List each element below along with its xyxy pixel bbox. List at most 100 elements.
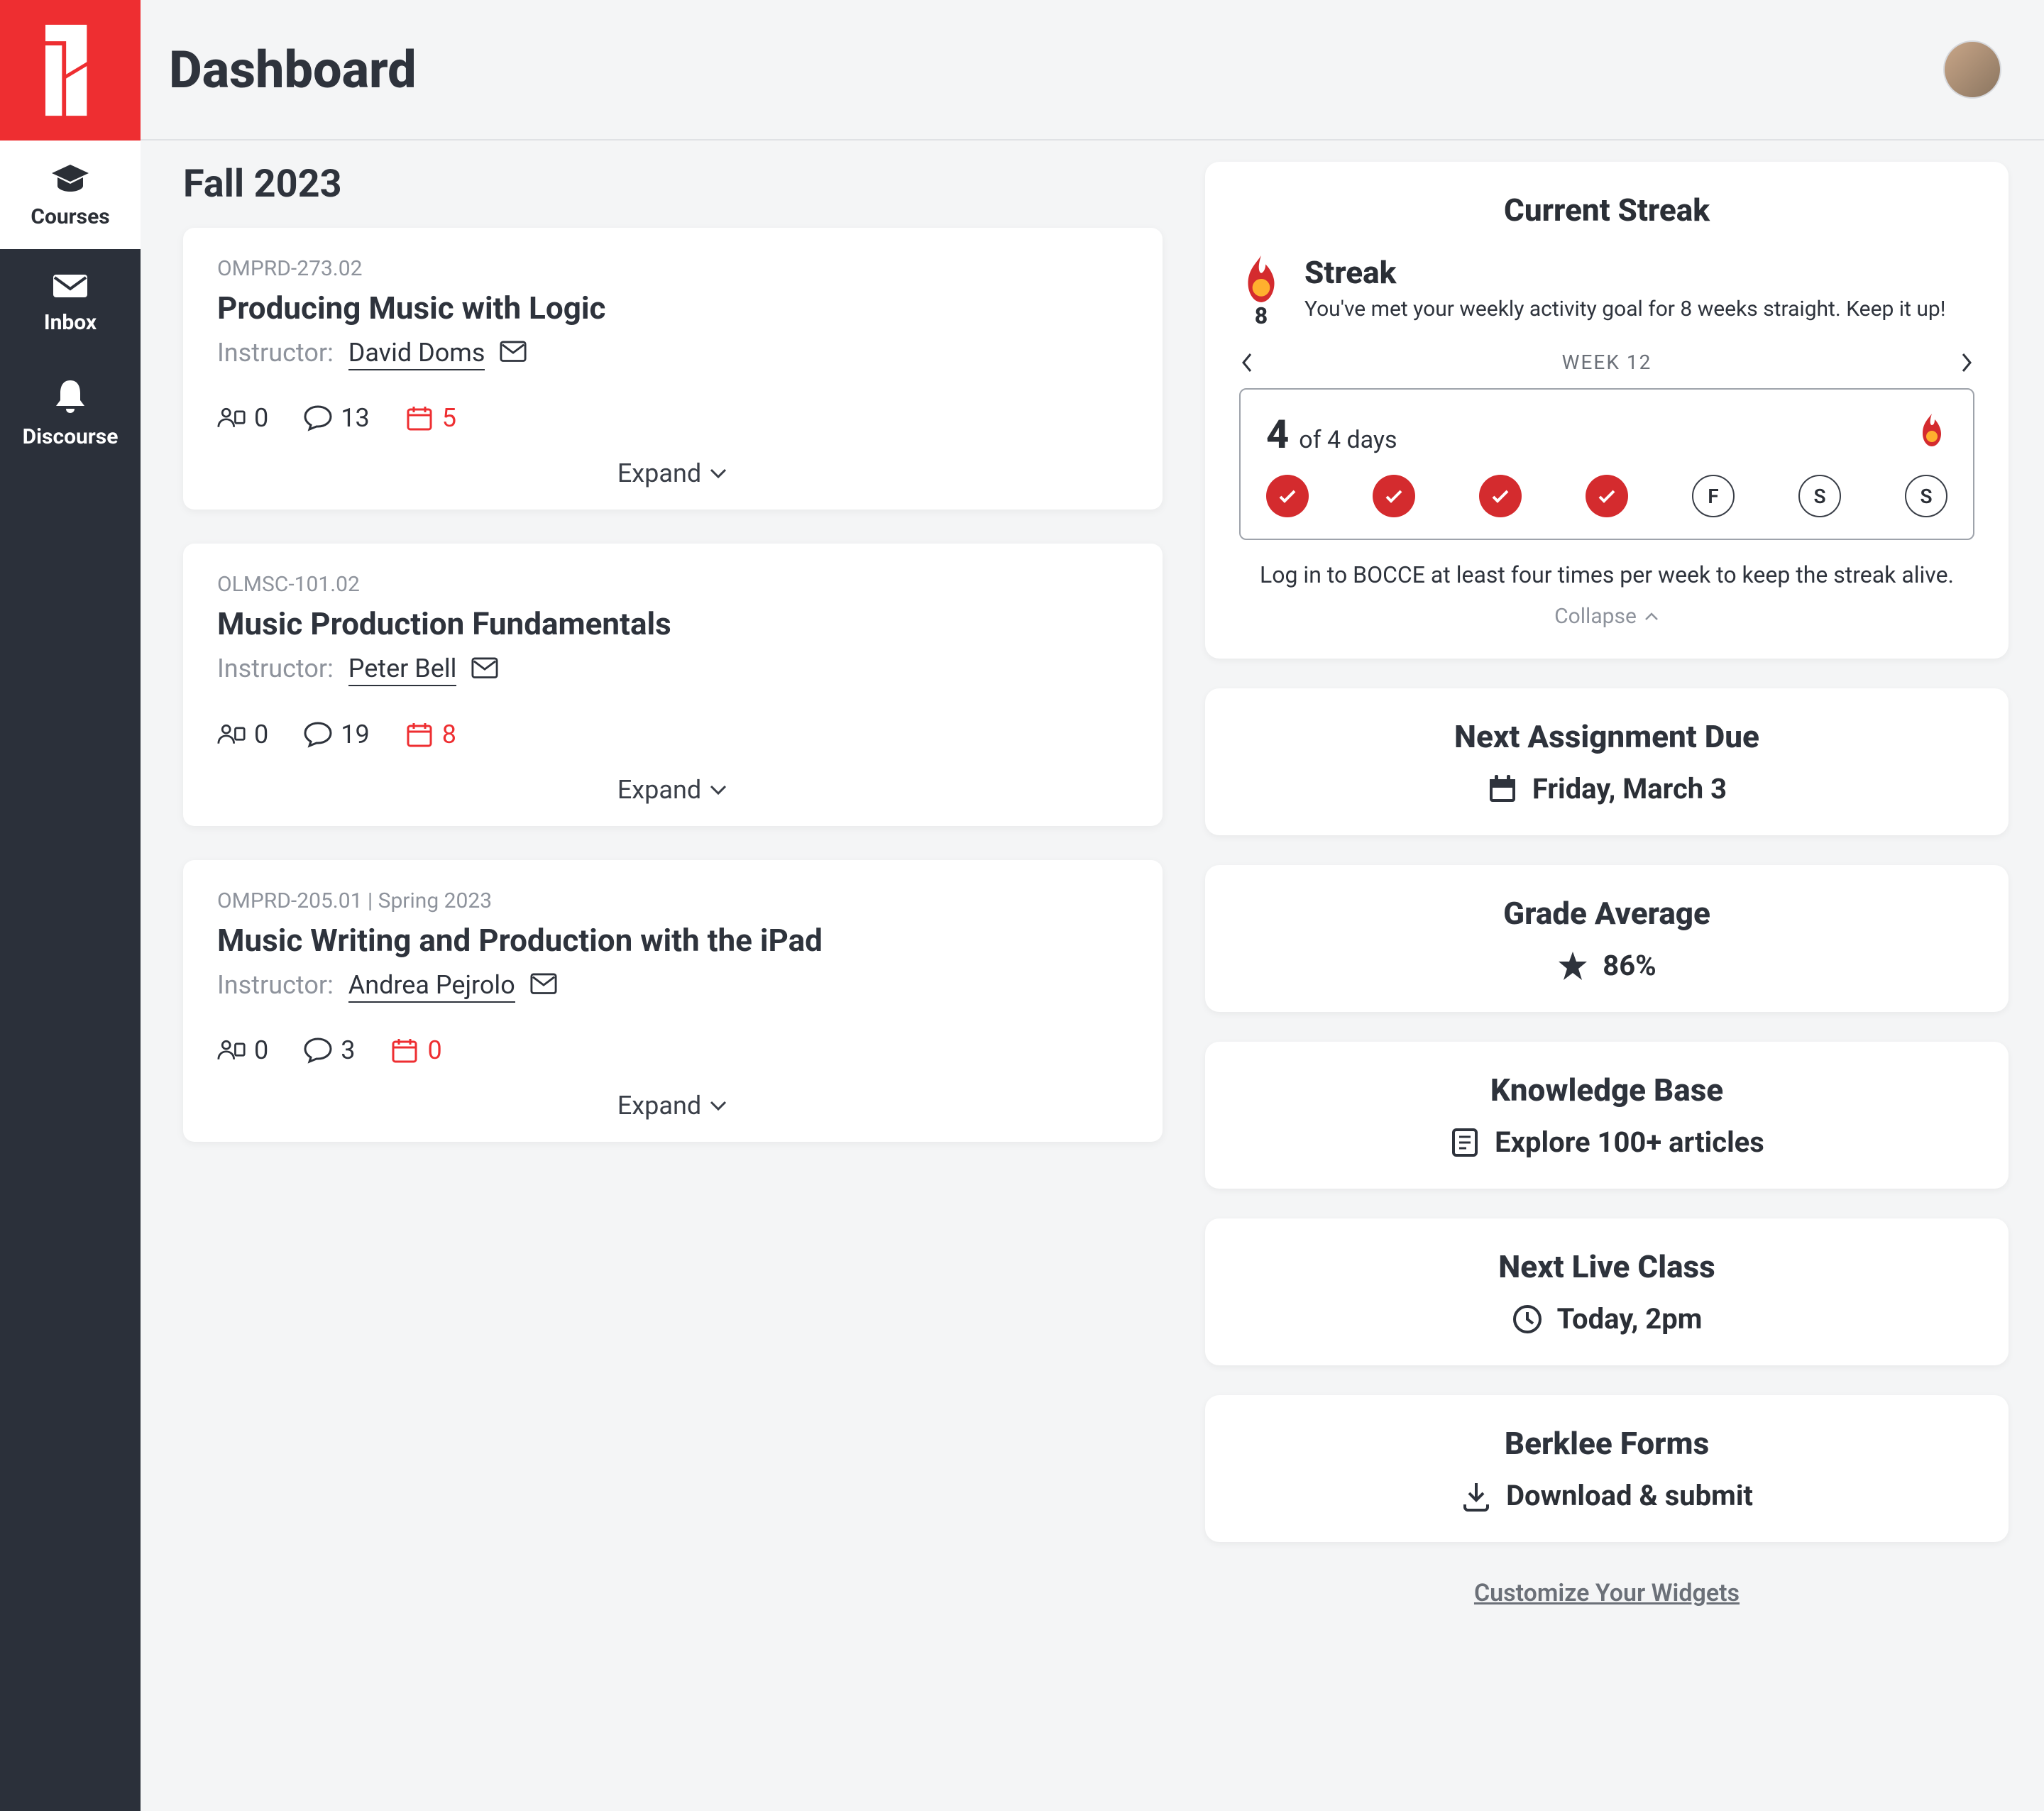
next-assignment-title: Next Assignment Due xyxy=(1239,718,1974,755)
people-stat[interactable]: 0 xyxy=(217,720,268,749)
people-count: 0 xyxy=(254,720,268,749)
comments-count: 13 xyxy=(341,403,369,433)
course-title[interactable]: Producing Music with Logic xyxy=(217,290,1128,326)
berklee-forms-widget[interactable]: Berklee Forms Download & submit xyxy=(1205,1395,2009,1542)
envelope-icon[interactable] xyxy=(530,973,557,1000)
chevron-up-icon xyxy=(1644,612,1659,622)
next-assignment-value: Friday, March 3 xyxy=(1532,772,1727,805)
download-icon xyxy=(1461,1480,1492,1512)
calendar-icon xyxy=(405,404,434,432)
check-icon xyxy=(1490,488,1510,504)
check-icon xyxy=(1384,488,1404,504)
comment-icon xyxy=(304,720,332,749)
streak-widget: Current Streak 8 Streak You've met your … xyxy=(1205,162,2009,659)
star-icon xyxy=(1557,950,1588,981)
comments-stat[interactable]: 19 xyxy=(304,720,369,749)
expand-label: Expand xyxy=(617,1091,701,1121)
logo[interactable] xyxy=(0,0,141,141)
comments-stat[interactable]: 3 xyxy=(304,1035,355,1065)
calendar-count: 5 xyxy=(442,403,456,433)
streak-subtitle: You've met your weekly activity goal for… xyxy=(1304,297,1945,321)
knowledge-base-widget[interactable]: Knowledge Base Explore 100+ articles xyxy=(1205,1042,2009,1189)
day-done xyxy=(1373,475,1415,517)
grade-average-value: 86% xyxy=(1603,949,1656,982)
next-live-class-widget[interactable]: Next Live Class Today, 2pm xyxy=(1205,1218,2009,1365)
streak-box: 4 of 4 days F S xyxy=(1239,388,1974,540)
instructor-name[interactable]: David Doms xyxy=(348,338,485,370)
week-prev-button[interactable] xyxy=(1239,351,1253,374)
people-icon xyxy=(217,1036,246,1064)
course-stats: 0 19 8 xyxy=(217,720,1128,749)
week-next-button[interactable] xyxy=(1960,351,1974,374)
calendar-stat[interactable]: 8 xyxy=(405,720,456,749)
topbar: Dashboard xyxy=(141,0,2044,141)
comments-stat[interactable]: 13 xyxy=(304,403,369,433)
comments-count: 3 xyxy=(341,1035,355,1065)
instructor-name[interactable]: Peter Bell xyxy=(348,654,457,686)
nav-courses[interactable]: Courses xyxy=(0,141,141,249)
course-title[interactable]: Music Writing and Production with the iP… xyxy=(217,922,1128,959)
course-card: OLMSC-101.02 Music Production Fundamenta… xyxy=(183,544,1163,825)
people-icon xyxy=(217,404,246,432)
calendar-count: 8 xyxy=(442,720,456,749)
graduation-cap-icon xyxy=(50,163,90,194)
course-stats: 0 3 0 xyxy=(217,1035,1128,1065)
calendar-stat[interactable]: 0 xyxy=(390,1035,441,1065)
envelope-icon[interactable] xyxy=(500,341,527,368)
envelope-icon xyxy=(52,272,89,300)
collapse-button[interactable]: Collapse xyxy=(1239,604,1974,629)
course-card: OMPRD-205.01 | Spring 2023 Music Writing… xyxy=(183,860,1163,1142)
comment-icon xyxy=(304,404,332,432)
expand-label: Expand xyxy=(617,775,701,805)
instructor-name[interactable]: Andrea Pejrolo xyxy=(348,970,515,1003)
day-pending: S xyxy=(1798,475,1841,517)
content: Fall 2023 OMPRD-273.02 Producing Music w… xyxy=(141,141,2044,1811)
expand-button[interactable]: Expand xyxy=(217,1091,1128,1121)
check-icon xyxy=(1597,488,1617,504)
course-title[interactable]: Music Production Fundamentals xyxy=(217,605,1128,642)
instructor: Instructor: Peter Bell xyxy=(217,654,1128,683)
streak-fire-badge: 8 xyxy=(1239,254,1283,329)
people-stat[interactable]: 0 xyxy=(217,403,268,433)
grade-average-widget[interactable]: Grade Average 86% xyxy=(1205,865,2009,1012)
next-live-class-title: Next Live Class xyxy=(1239,1248,1974,1285)
week-navigation: WEEK 12 xyxy=(1239,351,1974,374)
nav-discourse[interactable]: Discourse xyxy=(0,355,141,469)
streak-widget-title: Current Streak xyxy=(1239,192,1974,229)
day-done xyxy=(1266,475,1309,517)
instructor-label: Instructor: xyxy=(217,970,334,1000)
people-icon xyxy=(217,720,246,749)
course-stats: 0 13 5 xyxy=(217,403,1128,433)
instructor: Instructor: David Doms xyxy=(217,338,1128,368)
expand-button[interactable]: Expand xyxy=(217,775,1128,805)
next-assignment-widget[interactable]: Next Assignment Due Friday, March 3 xyxy=(1205,688,2009,835)
days-row: F S S xyxy=(1266,475,1947,517)
day-pending: F xyxy=(1692,475,1735,517)
collapse-label: Collapse xyxy=(1554,604,1637,629)
knowledge-base-value: Explore 100+ articles xyxy=(1495,1125,1764,1159)
chevron-left-icon xyxy=(1239,351,1253,374)
berklee-forms-value: Download & submit xyxy=(1506,1479,1753,1512)
people-stat[interactable]: 0 xyxy=(217,1035,268,1065)
calendar-icon xyxy=(1487,774,1518,805)
book-icon xyxy=(1449,1127,1480,1158)
avatar[interactable] xyxy=(1943,40,2001,99)
streak-count: 4 xyxy=(1266,411,1289,458)
instructor-label: Instructor: xyxy=(217,338,334,368)
chevron-right-icon xyxy=(1960,351,1974,374)
semester-title: Fall 2023 xyxy=(183,162,1163,207)
expand-button[interactable]: Expand xyxy=(217,458,1128,488)
chevron-down-icon xyxy=(708,467,728,480)
main: Dashboard Fall 2023 OMPRD-273.02 Produci… xyxy=(141,0,2044,1811)
course-code: OMPRD-205.01 | Spring 2023 xyxy=(217,888,1128,913)
page-title: Dashboard xyxy=(169,40,417,100)
calendar-stat[interactable]: 5 xyxy=(405,403,456,433)
streak-of-days: of 4 days xyxy=(1299,426,1397,454)
customize-widgets-link[interactable]: Customize Your Widgets xyxy=(1205,1579,2009,1607)
people-count: 0 xyxy=(254,403,268,433)
berklee-forms-title: Berklee Forms xyxy=(1239,1425,1974,1462)
nav-inbox[interactable]: Inbox xyxy=(0,249,141,355)
day-done xyxy=(1479,475,1522,517)
day-done xyxy=(1586,475,1628,517)
envelope-icon[interactable] xyxy=(471,657,498,684)
